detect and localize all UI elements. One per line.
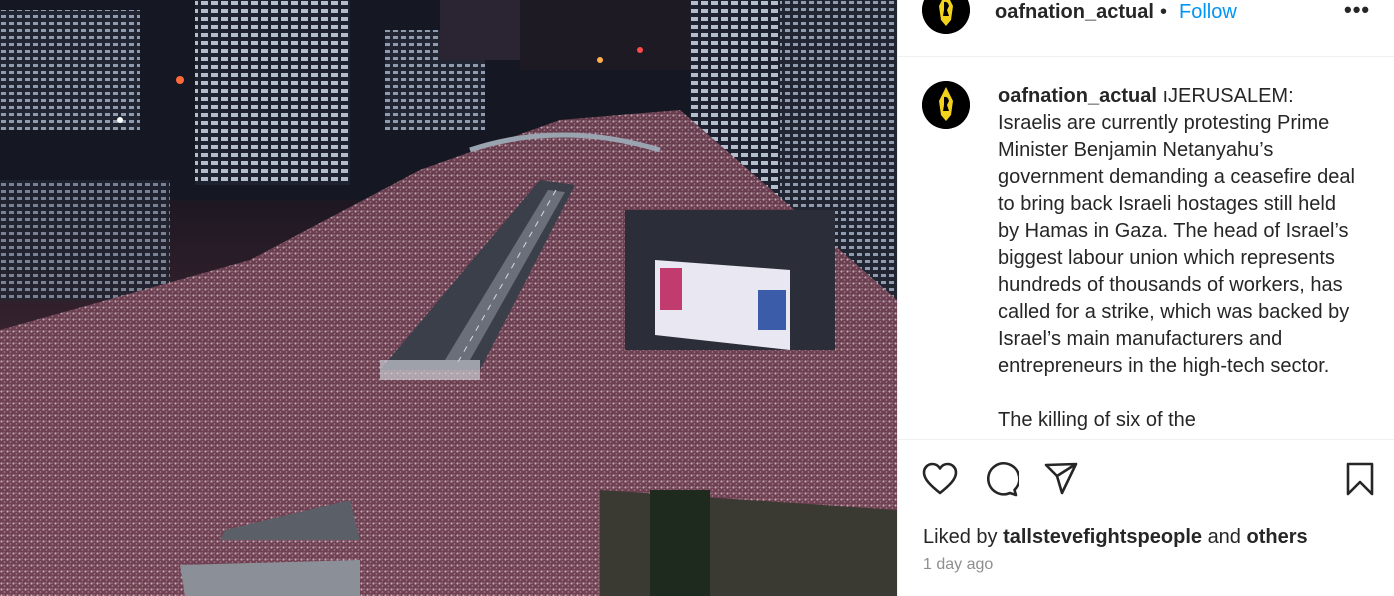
- liker-username-link[interactable]: tallstevefightspeople: [1003, 526, 1202, 548]
- comment-icon: [987, 462, 1019, 497]
- share-button[interactable]: [1043, 462, 1079, 496]
- caption-username-link[interactable]: oafnation_actual: [998, 85, 1157, 107]
- caption-next-line: The killing of six of the: [998, 409, 1196, 431]
- likes-summary: Liked by tallstevefightspeople and other…: [923, 524, 1308, 550]
- follow-button[interactable]: Follow: [1179, 0, 1237, 24]
- bookmark-icon: [1346, 462, 1374, 496]
- like-button[interactable]: [922, 462, 958, 496]
- likes-others-link[interactable]: others: [1247, 526, 1308, 548]
- caption-author-avatar[interactable]: [922, 81, 970, 129]
- post-image[interactable]: [0, 0, 897, 596]
- heart-icon: [922, 462, 958, 495]
- save-button[interactable]: [1345, 462, 1375, 496]
- more-options-button[interactable]: •••: [1344, 0, 1370, 22]
- post-side-panel: oafnation_actual • Follow ••• oafnation_…: [897, 0, 1394, 596]
- post-actions: Liked by tallstevefightspeople and other…: [898, 439, 1394, 596]
- post-header: oafnation_actual • Follow •••: [898, 0, 1394, 57]
- liked-by-prefix: Liked by: [923, 526, 998, 548]
- knight-logo-icon: [922, 81, 970, 129]
- liked-by-conjunction: and: [1207, 526, 1241, 548]
- protest-photo-illustration: [0, 0, 897, 596]
- caption-scroll-area[interactable]: oafnation_actual ıJERUSALEM: Israelis ar…: [898, 57, 1394, 439]
- author-username-link[interactable]: oafnation_actual: [995, 0, 1154, 24]
- caption-text: ıJERUSALEM: Israelis are currently prote…: [998, 85, 1355, 377]
- post-timestamp[interactable]: 1 day ago: [923, 554, 993, 576]
- author-avatar[interactable]: [922, 0, 970, 34]
- post-caption: oafnation_actual ıJERUSALEM: Israelis ar…: [998, 83, 1358, 434]
- comment-button[interactable]: [983, 462, 1019, 498]
- knight-logo-icon: [922, 0, 970, 34]
- share-icon: [1044, 462, 1078, 495]
- header-separator: •: [1160, 1, 1168, 23]
